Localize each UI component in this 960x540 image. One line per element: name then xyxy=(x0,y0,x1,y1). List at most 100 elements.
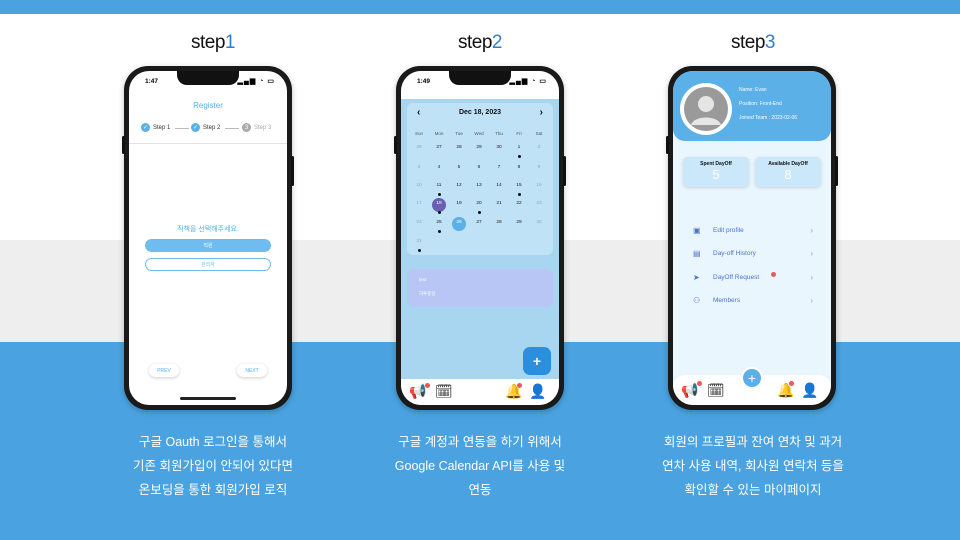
calendar-day[interactable]: 29 xyxy=(509,220,529,225)
add-event-button[interactable]: + xyxy=(523,347,551,375)
menu-dayoff-history[interactable]: ▤ Day-off History › xyxy=(693,249,813,261)
chevron-right-icon: › xyxy=(810,249,813,258)
home-indicator xyxy=(180,397,236,400)
role-employee-button[interactable]: 직원 xyxy=(145,239,271,252)
event-card[interactable]: test 하루종일 xyxy=(407,269,553,307)
chevron-right-icon: › xyxy=(810,226,813,235)
calendar-day[interactable]: 2 xyxy=(529,145,549,150)
calendar-day[interactable]: 17 xyxy=(409,201,429,206)
prev-button[interactable]: PREV xyxy=(149,364,179,377)
tab-bar: 📢 🗓 🔔 👤 xyxy=(401,379,559,405)
calendar-day[interactable]: 5 xyxy=(449,165,469,170)
members-icon: ⚇ xyxy=(693,296,701,305)
step2-caption: 구글 계정과 연동을 하기 위해서 Google Calendar API를 사… xyxy=(394,435,566,497)
calendar-day[interactable]: 31 xyxy=(409,239,429,244)
calendar-day[interactable]: 26 xyxy=(409,145,429,150)
avatar xyxy=(680,83,732,135)
profile-header: Name: Evan Position: Front-End Joined Te… xyxy=(673,71,831,141)
calendar-day[interactable]: 11 xyxy=(429,183,449,188)
calendar-day[interactable]: 26 xyxy=(449,220,469,225)
calendar-day[interactable]: 1 xyxy=(509,145,529,150)
step2-title: step2 xyxy=(458,32,503,53)
calendar-day[interactable]: 4 xyxy=(429,165,449,170)
signal-wifi-battery-icon: ▂▄▆ ◔ ▭ xyxy=(509,78,547,85)
calendar-day[interactable]: 27 xyxy=(429,145,449,150)
calendar-day[interactable]: 30 xyxy=(489,145,509,150)
step1-title: step1 xyxy=(191,32,236,53)
calendar-day[interactable]: 6 xyxy=(469,165,489,170)
add-button[interactable]: + xyxy=(741,367,763,389)
chevron-right-icon: › xyxy=(810,273,813,282)
role-question: 직책을 선택해주세요. xyxy=(177,226,239,233)
calendar-day[interactable]: 16 xyxy=(529,183,549,188)
calendar-day[interactable]: 22 xyxy=(509,201,529,206)
calendar-month: Dec 18, 2023 xyxy=(458,109,502,116)
top-band xyxy=(0,0,960,14)
calendar-icon[interactable]: 🗓 xyxy=(435,383,453,400)
event-title: test xyxy=(419,277,427,282)
calendar-day[interactable]: 12 xyxy=(449,183,469,188)
calendar-day[interactable]: 10 xyxy=(409,183,429,188)
megaphone-icon[interactable]: 📢 xyxy=(409,383,426,400)
weekday-label: Tue xyxy=(455,131,463,136)
phone-mypage: Name: Evan Position: Front-End Joined Te… xyxy=(666,66,838,410)
calendar-day[interactable]: 23 xyxy=(529,201,549,206)
check-icon: ✓ xyxy=(191,123,200,132)
menu-edit-profile[interactable]: ▣ Edit profile › xyxy=(693,226,813,238)
event-dot xyxy=(418,249,421,252)
calendar-day[interactable]: 3 xyxy=(409,165,429,170)
calendar-day[interactable]: 24 xyxy=(409,220,429,225)
stepper-step-1: ✓ Step 1 xyxy=(141,123,171,132)
calendar-day[interactable]: 25 xyxy=(429,220,449,225)
signal-wifi-battery-icon: ▂▄▆ ◔ ▭ xyxy=(237,78,275,85)
event-dot xyxy=(518,155,521,158)
next-button[interactable]: NEXT xyxy=(237,364,267,377)
calendar-day[interactable]: 7 xyxy=(489,165,509,170)
available-dayoff-card: Available DayOff 8 xyxy=(755,157,821,187)
step3-title: step3 xyxy=(731,32,776,53)
weekday-label: Sun xyxy=(414,131,423,136)
calendar: ‹ Dec 18, 2023 › Sun Mon Tue Wed Thu Fri Sat 26… xyxy=(407,103,553,255)
calendar-day[interactable]: 8 xyxy=(509,165,529,170)
user-icon[interactable]: 👤 xyxy=(529,383,546,400)
stepper-step-2: ✓ Step 2 xyxy=(191,123,221,132)
calendar-screen: 1:49 ▂▄▆ ◔ ▭ ‹ Dec 18, 2023 › Sun Mon Tue W… xyxy=(401,71,559,405)
calendar-day[interactable]: 14 xyxy=(489,183,509,188)
calendar-day[interactable]: 20 xyxy=(469,201,489,206)
calendar-day[interactable]: 13 xyxy=(469,183,489,188)
register-title: Register xyxy=(193,101,223,110)
weekday-label: Thu xyxy=(495,131,503,136)
role-admin-button[interactable]: 관리자 xyxy=(145,258,271,271)
event-dot xyxy=(438,211,441,214)
calendar-day[interactable]: 15 xyxy=(509,183,529,188)
calendar-day[interactable]: 27 xyxy=(469,220,489,225)
event-subtitle: 하루종일 xyxy=(419,291,436,296)
calendar-day[interactable]: 29 xyxy=(469,145,489,150)
chevron-right-icon: › xyxy=(810,296,813,305)
calendar-day[interactable]: 19 xyxy=(449,201,469,206)
avatar-placeholder-icon xyxy=(684,87,728,131)
weekday-label: Mon xyxy=(434,131,444,136)
megaphone-icon[interactable]: 📢 xyxy=(681,382,698,399)
menu-dayoff-request[interactable]: ➤ DayOff Request › xyxy=(693,272,813,285)
calendar-day[interactable]: 18 xyxy=(429,201,449,206)
stepper-step-3: 3 Step 3 xyxy=(242,123,271,132)
menu-members[interactable]: ⚇ Members › xyxy=(693,296,813,308)
calendar-day[interactable]: 28 xyxy=(489,220,509,225)
user-icon[interactable]: 👤 xyxy=(801,382,818,399)
phone-calendar: 1:49 ▂▄▆ ◔ ▭ ‹ Dec 18, 2023 › Sun Mon Tue W… xyxy=(394,66,566,410)
event-dot xyxy=(478,211,481,214)
calendar-icon[interactable]: 🗓 xyxy=(707,382,725,399)
calendar-icon: ▤ xyxy=(693,249,701,258)
event-dot xyxy=(438,193,441,196)
calendar-day[interactable]: 21 xyxy=(489,201,509,206)
calendar-day[interactable]: 30 xyxy=(529,220,549,225)
weekday-label: Fri xyxy=(516,131,522,136)
mypage-screen: Name: Evan Position: Front-End Joined Te… xyxy=(673,71,831,405)
calendar-day[interactable]: 28 xyxy=(449,145,469,150)
profile-position: Position: Front-End xyxy=(739,101,782,107)
profile-icon: ▣ xyxy=(693,226,701,235)
next-month-icon[interactable]: › xyxy=(540,107,543,118)
phone-register: 1:47 ▂▄▆ ◔ ▭ Register ✓ Step 1 ✓ Step 2 3S… xyxy=(122,66,294,410)
calendar-day[interactable]: 9 xyxy=(529,165,549,170)
